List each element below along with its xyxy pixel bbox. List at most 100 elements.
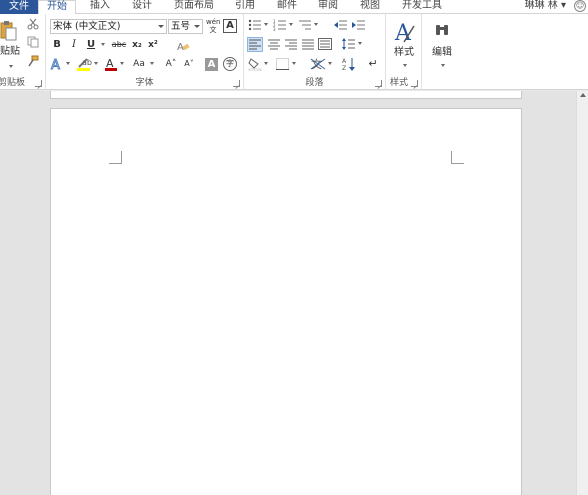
font-color-dropdown[interactable] <box>118 57 124 71</box>
underline-dropdown[interactable] <box>99 38 105 52</box>
line-spacing-icon[interactable] <box>342 38 356 50</box>
chinese-layout-dropdown[interactable] <box>326 57 332 71</box>
group-styles: A 样式 样式 <box>386 14 422 90</box>
underline-button[interactable]: U <box>84 38 98 52</box>
highlight-dropdown[interactable] <box>92 57 98 71</box>
paragraph-launcher-icon[interactable] <box>375 80 382 87</box>
shading-dropdown[interactable] <box>262 57 268 71</box>
svg-text:3: 3 <box>273 27 276 31</box>
tab-design[interactable]: 设计 <box>132 0 152 14</box>
increase-indent-icon[interactable] <box>352 19 366 31</box>
svg-text:A: A <box>342 58 347 65</box>
styles-launcher-icon[interactable] <box>411 80 418 87</box>
svg-text:A: A <box>51 58 60 71</box>
svg-text:Z: Z <box>342 65 346 71</box>
clipboard-launcher-icon[interactable] <box>35 80 42 87</box>
group-paragraph: 123 文 A Z ↵ 段落 <box>244 14 386 90</box>
shading-icon[interactable] <box>248 57 262 72</box>
font-family-select[interactable]: 宋体 (中文正文) <box>50 19 167 34</box>
line-spacing-dropdown[interactable] <box>356 37 362 51</box>
tab-review[interactable]: 审阅 <box>318 0 338 14</box>
tab-view[interactable]: 视图 <box>360 0 380 14</box>
group-font: 宋体 (中文正文) 五号 wén 文 A B I U abc x₂ x² A A … <box>46 14 244 90</box>
font-color-icon[interactable]: A <box>104 57 118 71</box>
tab-references[interactable]: 引用 <box>235 0 255 14</box>
text-effects-icon[interactable]: A <box>50 57 64 74</box>
format-painter-icon[interactable] <box>26 55 40 69</box>
phonetic-guide-text: wén <box>206 18 221 26</box>
borders-dropdown[interactable] <box>290 57 296 71</box>
grow-font-button[interactable]: A˄ <box>164 57 178 71</box>
show-marks-icon[interactable]: ↵ <box>366 57 380 71</box>
align-center-icon[interactable] <box>267 38 281 50</box>
change-case-dropdown[interactable] <box>148 57 154 71</box>
font-size-select[interactable]: 五号 <box>168 19 203 34</box>
sort-icon[interactable]: AZ <box>342 57 356 72</box>
svg-text:ab: ab <box>82 58 92 67</box>
tab-file[interactable]: 文件 <box>0 0 38 14</box>
binoculars-icon[interactable] <box>434 22 450 38</box>
text-effects-dropdown[interactable] <box>64 57 70 71</box>
margin-corner-top-right <box>451 151 464 164</box>
italic-button[interactable]: I <box>68 38 80 52</box>
ribbon-home: 贴贴 剪贴板 宋体 (中文正文) 五号 wén 文 A B I U abc x₂ … <box>0 14 588 90</box>
copy-icon[interactable] <box>26 36 40 50</box>
cut-icon[interactable] <box>26 18 40 32</box>
justify-icon[interactable] <box>301 38 315 50</box>
document-page[interactable] <box>50 108 522 495</box>
previous-page-bottom <box>50 91 522 99</box>
paste-dropdown[interactable] <box>6 60 14 74</box>
decrease-indent-icon[interactable] <box>334 19 348 31</box>
char-border-icon[interactable]: A <box>223 19 237 33</box>
clear-formatting-icon[interactable]: A <box>176 40 190 54</box>
shrink-font-button[interactable]: A˅ <box>182 57 196 71</box>
bullets-dropdown[interactable] <box>262 18 268 32</box>
multilevel-list-icon[interactable] <box>298 19 312 31</box>
tab-home[interactable]: 开始 <box>38 0 76 15</box>
numbering-dropdown[interactable] <box>287 18 293 32</box>
styles-dropdown[interactable] <box>400 59 408 73</box>
styles-icon[interactable]: A <box>394 20 416 46</box>
svg-text:文: 文 <box>311 57 322 71</box>
styles-label[interactable]: 样式 <box>390 46 418 60</box>
strikethrough-button[interactable]: abc <box>110 38 128 52</box>
align-right-icon[interactable] <box>284 38 298 50</box>
editing-label[interactable]: 编辑 <box>428 46 456 60</box>
subscript-button[interactable]: x₂ <box>130 38 144 52</box>
user-menu-arrow: ▾ <box>560 0 566 11</box>
bullets-icon[interactable] <box>248 19 262 31</box>
tab-developer[interactable]: 开发工具 <box>402 0 442 14</box>
tab-insert[interactable]: 插入 <box>90 0 110 14</box>
chinese-layout-icon[interactable]: 文 <box>310 57 326 71</box>
superscript-button[interactable]: x² <box>146 38 160 52</box>
highlight-color-icon[interactable]: ab <box>76 57 92 71</box>
ribbon-tab-bar: 文件 开始 插入 设计 页面布局 引用 邮件 审阅 视图 开发工具 琳琳 林 ▾… <box>0 0 588 15</box>
enclose-characters-button[interactable]: 字 <box>223 57 237 71</box>
align-left-icon[interactable] <box>247 37 263 52</box>
user-name: 琳琳 林 <box>524 0 558 11</box>
user-account[interactable]: 琳琳 林 ▾ <box>525 0 566 12</box>
multilevel-dropdown[interactable] <box>312 18 318 32</box>
group-clipboard: 贴贴 剪贴板 <box>0 14 46 90</box>
tab-mailings[interactable]: 邮件 <box>277 0 297 14</box>
change-case-button[interactable]: Aa <box>129 57 149 71</box>
smiley-feedback-icon[interactable]: ☺ <box>574 0 586 12</box>
phonetic-guide-icon[interactable]: wén 文 <box>206 18 220 34</box>
char-shading-button[interactable]: A <box>205 58 218 71</box>
font-family-value: 宋体 (中文正文) <box>53 21 121 32</box>
group-label-font: 字体 <box>135 78 154 88</box>
vertical-scrollbar[interactable] <box>576 91 588 495</box>
scroll-up-icon[interactable] <box>580 93 586 97</box>
font-size-value: 五号 <box>171 21 191 32</box>
paste-label[interactable]: 贴贴 <box>0 45 20 59</box>
editing-dropdown[interactable] <box>438 59 446 73</box>
borders-icon[interactable] <box>276 58 289 70</box>
distributed-icon[interactable] <box>318 38 332 50</box>
paste-icon[interactable] <box>0 20 18 42</box>
group-label-paragraph: 段落 <box>305 78 324 88</box>
bold-button[interactable]: B <box>51 38 63 52</box>
font-launcher-icon[interactable] <box>233 80 240 87</box>
numbering-icon[interactable]: 123 <box>273 19 287 32</box>
margin-corner-top-left <box>109 151 122 164</box>
tab-layout[interactable]: 页面布局 <box>174 0 214 14</box>
